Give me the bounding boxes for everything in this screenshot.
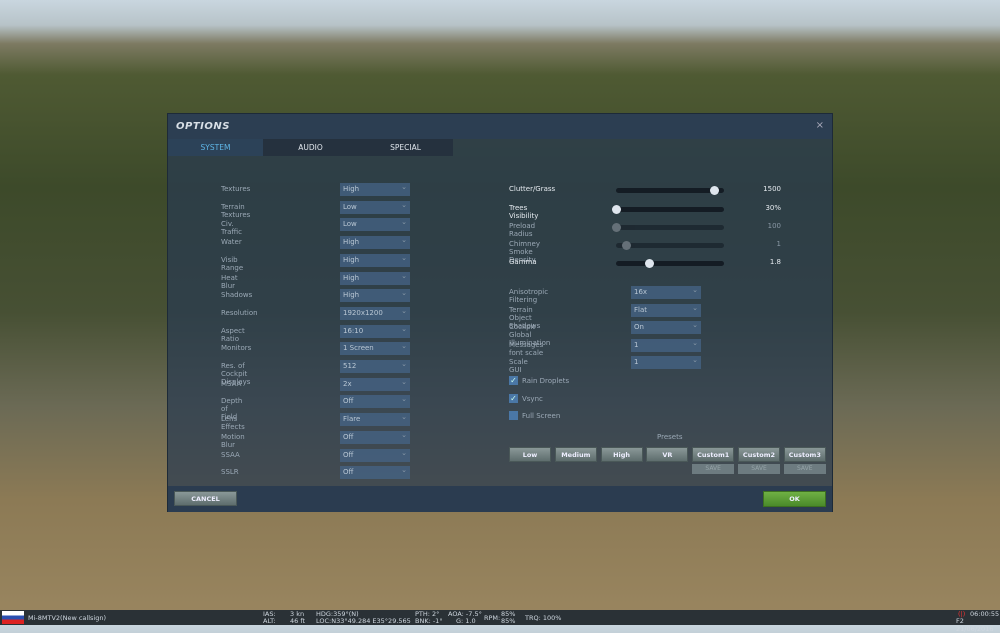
setting-dropdown[interactable]: High [340, 252, 410, 267]
slider-label: Clutter/Grass [509, 185, 556, 193]
g-load: G: 1.0 [456, 617, 476, 625]
preset-button-custom1[interactable]: Custom1 [692, 447, 735, 462]
slider-value: 1.8 [769, 258, 781, 266]
setting-dropdown[interactable]: 1 [631, 354, 701, 370]
preset-button-low[interactable]: Low [509, 447, 551, 462]
tab-audio[interactable]: AUDIO [263, 139, 358, 156]
setting-dropdown[interactable]: On [631, 319, 701, 335]
tab-special[interactable]: SPECIAL [358, 139, 453, 156]
setting-dropdown[interactable]: Low [340, 199, 410, 214]
setting-dropdown[interactable]: 1 [631, 337, 701, 352]
slider-value: 100 [767, 222, 781, 230]
slider-track[interactable] [612, 223, 724, 232]
setting-dropdown[interactable]: 2x [340, 376, 410, 391]
checkbox[interactable] [509, 411, 518, 420]
dialog-footer: CANCEL OK [168, 486, 832, 512]
save-custom2-button[interactable]: SAVE [738, 464, 780, 474]
slider-value: 30% [765, 204, 781, 212]
setting-label: Visib Range [221, 255, 244, 272]
setting-label: MSAA [221, 379, 242, 388]
slider-track[interactable] [616, 186, 724, 195]
setting-label: Scale GUI [509, 358, 528, 375]
setting-dropdown[interactable]: High [340, 181, 410, 196]
setting-dropdown[interactable]: Low [340, 216, 410, 232]
slider-knob[interactable] [612, 223, 621, 232]
setting-dropdown[interactable]: 512 [340, 358, 410, 373]
alt-value: 46 ft [290, 617, 306, 625]
setting-dropdown[interactable]: Off [340, 447, 410, 462]
ok-button[interactable]: OK [763, 491, 826, 507]
setting-dropdown[interactable]: High [340, 270, 410, 285]
setting-label: Aspect Ratio [221, 326, 245, 343]
location: LOC:N33°49.284 E35°29.565 [316, 617, 411, 625]
setting-label: Messages font scale [509, 340, 544, 357]
setting-dropdown[interactable]: Off [340, 429, 410, 444]
setting-label: Water [221, 238, 242, 247]
setting-label: Resolution [221, 308, 258, 317]
setting-label: SSLR [221, 468, 239, 477]
cancel-button[interactable]: CANCEL [174, 491, 237, 506]
preset-button-high[interactable]: High [600, 447, 643, 462]
setting-dropdown[interactable]: 1920x1200 [340, 305, 410, 320]
close-icon[interactable]: × [816, 120, 824, 131]
setting-dropdown[interactable]: High [340, 287, 410, 303]
save-custom3-button[interactable]: SAVE [783, 464, 826, 474]
slider-value: 1500 [763, 185, 781, 193]
torque: TRQ: 100% [525, 614, 562, 622]
setting-label: Heat Blur [221, 273, 238, 290]
slider-knob[interactable] [645, 259, 654, 268]
setting-dropdown[interactable]: 16:10 [340, 323, 410, 338]
save-custom1-button[interactable]: SAVE [692, 464, 735, 474]
setting-dropdown[interactable]: Flare [340, 411, 410, 427]
preset-button-vr[interactable]: VR [646, 447, 689, 462]
dialog-header: OPTIONS × [168, 114, 832, 139]
dialog-title: OPTIONS [176, 121, 230, 132]
tab-system[interactable]: SYSTEM [168, 139, 263, 156]
setting-dropdown[interactable]: Off [340, 464, 410, 480]
slider-label: Preload Radius [509, 222, 536, 238]
setting-dropdown[interactable]: High [340, 234, 410, 250]
setting-dropdown[interactable]: Off [340, 393, 410, 409]
preset-button-custom2[interactable]: Custom2 [738, 447, 780, 462]
checkbox-label: Full Screen [522, 412, 561, 420]
date: F2 21/06/2016 [956, 617, 994, 633]
slider-knob[interactable] [710, 186, 719, 195]
setting-dropdown[interactable]: Flat [631, 302, 701, 317]
slider-value: 1 [776, 240, 781, 248]
setting-dropdown[interactable]: 1 Screen [340, 340, 410, 356]
slider-label: Trees Visibility [509, 204, 539, 220]
rpm-2: 85% [501, 617, 516, 625]
slider-track[interactable] [616, 241, 724, 250]
status-bar: Mi-8MTV2(New callsign) IAS: ALT: 3 kn 46… [0, 610, 1000, 633]
checkbox[interactable]: ✓ [509, 376, 518, 385]
setting-label: Civ. Traffic [221, 220, 243, 237]
aircraft-name: Mi-8MTV2(New callsign) [28, 614, 106, 622]
setting-label: Monitors [221, 344, 252, 353]
setting-label: Terrain Textures [221, 202, 251, 219]
setting-label: SSAA [221, 450, 240, 459]
slider-track[interactable] [616, 259, 724, 268]
rpm-label: RPM: [484, 614, 501, 622]
setting-label: Motion Blur [221, 432, 245, 449]
flag-icon [2, 611, 24, 624]
checkbox[interactable]: ✓ [509, 393, 518, 403]
checkbox-label: Rain Droplets [522, 377, 570, 385]
presets-label: Presets [657, 433, 683, 441]
bank: BNK: -1° [415, 617, 443, 625]
preset-button-custom3[interactable]: Custom3 [783, 447, 826, 462]
setting-label: Lens Effects [221, 415, 245, 432]
slider-knob[interactable] [612, 205, 621, 214]
setting-label: Shadows [221, 291, 253, 300]
setting-dropdown[interactable]: 16x [631, 284, 701, 299]
preset-button-medium[interactable]: Medium [554, 447, 597, 462]
slider-label: Gamma [509, 258, 537, 266]
setting-label: Textures [221, 185, 251, 193]
alt-label: ALT: [263, 617, 276, 625]
checkbox-label: Vsync [522, 394, 543, 403]
setting-label: Anisotropic Filtering [509, 288, 549, 304]
slider-track[interactable] [612, 205, 724, 214]
options-dialog: OPTIONS × SYSTEM AUDIO SPECIAL CANCEL OK… [167, 113, 833, 512]
slider-knob[interactable] [622, 241, 631, 250]
